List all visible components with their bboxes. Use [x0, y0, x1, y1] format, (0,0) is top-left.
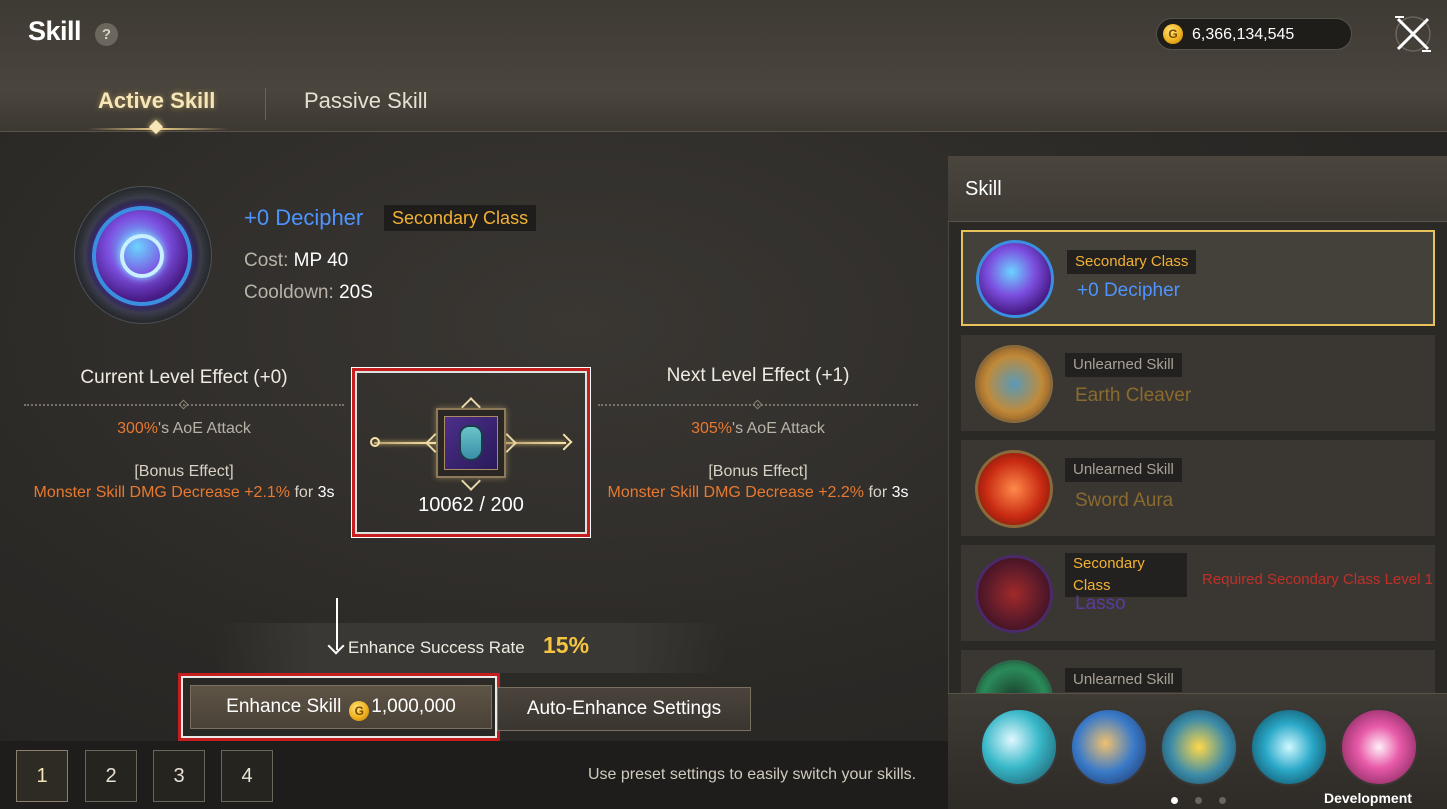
- level-requirement: Required Secondary Class Level 1: [1202, 571, 1433, 588]
- flare-icon[interactable]: [1340, 708, 1418, 786]
- help-icon[interactable]: ?: [95, 23, 118, 46]
- fist-icon[interactable]: [1250, 708, 1328, 786]
- page-title: Skill: [28, 16, 82, 46]
- enhance-highlight-box: [178, 673, 500, 741]
- lasso-icon: [975, 555, 1053, 633]
- preset-hint: Use preset settings to easily switch you…: [588, 766, 917, 783]
- skill-slot-decipher[interactable]: Secondary Class +0 Decipher: [961, 230, 1435, 326]
- skill-name: +0 Decipher: [244, 205, 364, 230]
- material-highlight-box: [352, 368, 590, 537]
- skill-cost-value: MP 40: [293, 250, 349, 271]
- skill-class-tag: Secondary Class: [384, 205, 537, 231]
- slot-name: Earth Cleaver: [1075, 385, 1192, 406]
- tab-divider: [265, 88, 266, 120]
- preset-3[interactable]: 3: [153, 750, 205, 802]
- sword-aura-icon: [975, 450, 1053, 528]
- current-effect-main: 300%'s AoE Attack: [117, 420, 251, 437]
- decipher-skill-icon: [92, 206, 192, 306]
- page-dot-1[interactable]: [1171, 797, 1178, 804]
- tab-active-skill[interactable]: Active Skill: [98, 88, 215, 114]
- slot-tag: Secondary Class: [1065, 553, 1187, 597]
- next-effect-main: 305%'s AoE Attack: [691, 420, 825, 437]
- earth-cleaver-icon: [975, 345, 1053, 423]
- slot-name: Lasso: [1075, 593, 1126, 614]
- success-rate-label: Enhance Success Rate: [348, 638, 525, 657]
- slash-icon[interactable]: [980, 708, 1058, 786]
- preset-1[interactable]: 1: [16, 750, 68, 802]
- slot-tag: Unlearned Skill: [1065, 353, 1182, 377]
- development-build-watermark: Development Build: [1324, 790, 1412, 809]
- skill-list-title: Skill: [965, 178, 1002, 200]
- current-bonus-effect: [Bonus Effect] Monster Skill DMG Decreas…: [33, 463, 335, 501]
- down-arrow-icon: [336, 598, 338, 650]
- whirl-icon[interactable]: [1070, 708, 1148, 786]
- divider-diamond: [752, 399, 763, 410]
- current-effect-title: Current Level Effect (+0): [80, 367, 288, 388]
- slot-tag: Secondary Class: [1067, 250, 1197, 274]
- slot-name: +0 Decipher: [1077, 280, 1180, 301]
- slot-name: Sword Aura: [1075, 490, 1174, 511]
- slot-tag: Unlearned Skill: [1065, 668, 1182, 692]
- tab-passive-skill[interactable]: Passive Skill: [304, 88, 427, 114]
- close-icon[interactable]: [1392, 14, 1434, 54]
- burst-icon[interactable]: [1160, 708, 1238, 786]
- next-effect-title: Next Level Effect (+1): [666, 365, 850, 386]
- skill-list-header: [948, 156, 1447, 222]
- slot-tag: Unlearned Skill: [1065, 458, 1182, 482]
- decipher-skill-icon: [976, 240, 1054, 318]
- preset-2[interactable]: 2: [85, 750, 137, 802]
- skill-slot-sword-aura[interactable]: Unlearned Skill Sword Aura: [961, 440, 1435, 536]
- next-bonus-effect: [Bonus Effect] Monster Skill DMG Decreas…: [607, 463, 909, 501]
- gold-amount: 6,366,134,545: [1192, 26, 1295, 43]
- success-rate-value: 15%: [543, 632, 590, 658]
- gold-coin-icon: G: [1163, 24, 1183, 44]
- skill-slot-earth-cleaver[interactable]: Unlearned Skill Earth Cleaver: [961, 335, 1435, 431]
- skill-cooldown-value: 20S: [339, 282, 373, 303]
- divider-diamond: [178, 399, 189, 410]
- skill-screen: Skill ? G 6,366,134,545 Active Skill Pas…: [0, 0, 1447, 809]
- gold-display: G 6,366,134,545: [1156, 18, 1352, 50]
- skill-slot-lasso[interactable]: Secondary Class Lasso Required Secondary…: [961, 545, 1435, 641]
- page-dot-2[interactable]: [1195, 797, 1202, 804]
- page-dot-3[interactable]: [1219, 797, 1226, 804]
- auto-enhance-settings-button[interactable]: Auto-Enhance Settings: [497, 687, 751, 731]
- skill-cost: Cost: MP 40: [244, 250, 349, 271]
- skill-cooldown: Cooldown: 20S: [244, 282, 373, 303]
- preset-4[interactable]: 4: [221, 750, 273, 802]
